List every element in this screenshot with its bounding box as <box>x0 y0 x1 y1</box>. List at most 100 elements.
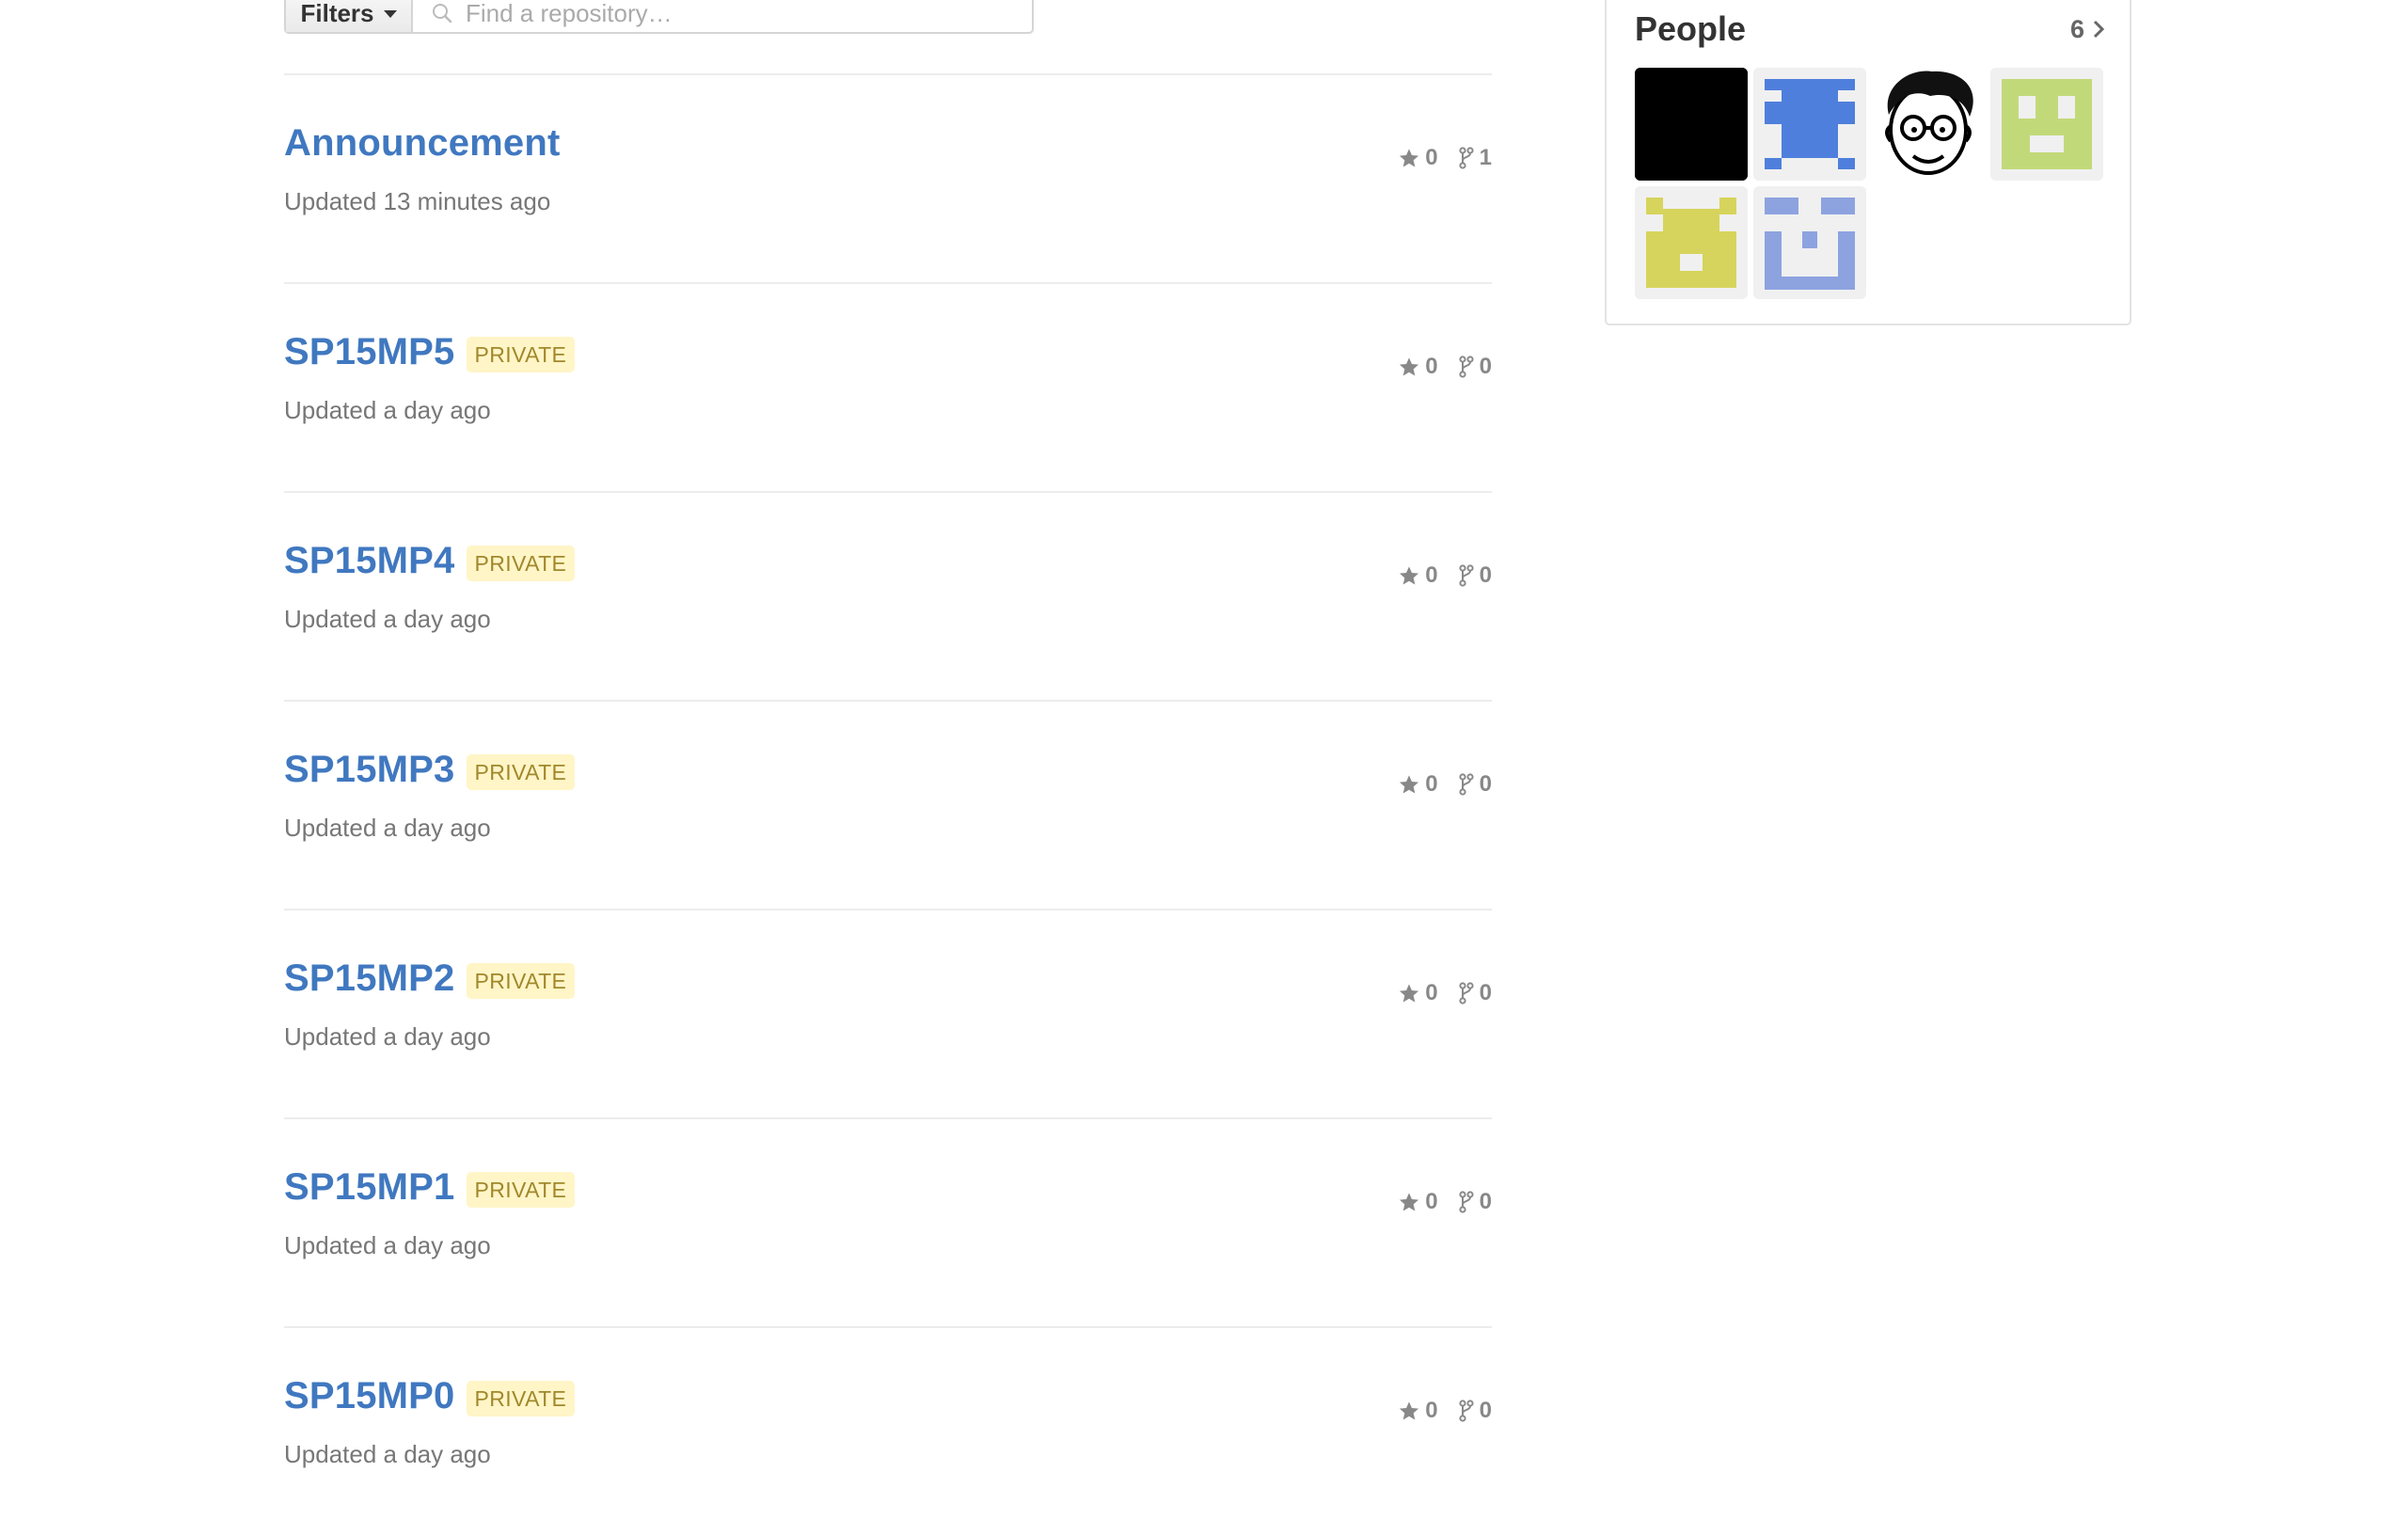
star-icon <box>1400 775 1419 794</box>
forks-link[interactable]: 0 <box>1459 980 1492 1006</box>
stargazers-link[interactable]: 0 <box>1399 980 1438 1006</box>
star-count: 0 <box>1425 354 1438 379</box>
fork-icon <box>1459 773 1474 796</box>
stargazers-link[interactable]: 0 <box>1399 1398 1438 1424</box>
private-badge: PRIVATE <box>466 336 576 372</box>
repo-stats: 0 0 <box>1399 1189 1492 1215</box>
repo-item: SP15MP3 PRIVATE Updated a day ago 0 0 <box>284 700 1492 909</box>
stargazers-link[interactable]: 0 <box>1399 771 1438 798</box>
repo-updated-time: Updated 13 minutes ago <box>284 187 551 215</box>
search-input[interactable] <box>464 0 1032 29</box>
private-badge: PRIVATE <box>466 545 576 581</box>
star-icon <box>1400 149 1419 167</box>
private-badge: PRIVATE <box>466 1171 576 1208</box>
fork-count: 0 <box>1479 980 1492 1005</box>
star-count: 0 <box>1425 980 1438 1005</box>
repo-item: SP15MP4 PRIVATE Updated a day ago 0 0 <box>284 491 1492 700</box>
repo-stats: 0 0 <box>1399 354 1492 380</box>
star-count: 0 <box>1425 562 1438 588</box>
stargazers-link[interactable]: 0 <box>1399 562 1438 589</box>
stargazers-link[interactable]: 0 <box>1399 1189 1438 1215</box>
repo-name-link[interactable]: SP15MP5 <box>284 331 455 373</box>
repo-item: SP15MP2 PRIVATE Updated a day ago 0 0 <box>284 909 1492 1117</box>
repo-name-link[interactable]: Announcement <box>284 122 561 165</box>
forks-link[interactable]: 0 <box>1459 1189 1492 1215</box>
identicon-avatar <box>1753 186 1866 299</box>
caret-down-icon <box>383 10 397 18</box>
star-icon <box>1400 1193 1419 1211</box>
repo-updated-time: Updated a day ago <box>284 1231 491 1259</box>
organization-page: Filters Announcement Updated 13 minutes … <box>0 0 2408 1505</box>
star-icon <box>1400 566 1419 585</box>
stargazers-link[interactable]: 0 <box>1399 145 1438 171</box>
repo-updated-time: Updated a day ago <box>284 396 491 424</box>
repo-updated-time: Updated a day ago <box>284 1022 491 1051</box>
search-icon <box>433 4 452 24</box>
fork-count: 1 <box>1479 145 1492 170</box>
repo-updated-time: Updated a day ago <box>284 1440 491 1468</box>
member-avatar[interactable] <box>1990 68 2103 181</box>
fork-icon <box>1459 1191 1474 1213</box>
chevron-right-icon <box>2093 20 2105 39</box>
private-badge: PRIVATE <box>466 1380 576 1416</box>
filters-button-label: Filters <box>300 0 374 27</box>
forks-link[interactable]: 0 <box>1459 771 1492 798</box>
people-box: People 6 <box>1605 0 2131 325</box>
fork-icon <box>1459 982 1474 1005</box>
repo-stats: 0 0 <box>1399 1398 1492 1424</box>
forks-link[interactable]: 0 <box>1459 354 1492 380</box>
fork-count: 0 <box>1479 562 1492 588</box>
repo-item: SP15MP1 PRIVATE Updated a day ago 0 0 <box>284 1117 1492 1326</box>
fork-count: 0 <box>1479 771 1492 797</box>
repo-stats: 0 1 <box>1399 145 1492 171</box>
people-count-link[interactable]: 6 <box>2070 15 2105 44</box>
fork-count: 0 <box>1479 1398 1492 1423</box>
member-avatar[interactable] <box>1635 186 1748 299</box>
people-title: People <box>1635 9 1747 48</box>
repo-stats: 0 0 <box>1399 562 1492 589</box>
search-field <box>413 0 1032 32</box>
member-avatar[interactable] <box>1753 186 1866 299</box>
member-avatar[interactable] <box>1635 68 1748 181</box>
repo-updated-time: Updated a day ago <box>284 605 491 633</box>
forks-link[interactable]: 0 <box>1459 1398 1492 1424</box>
repo-name-link[interactable]: SP15MP1 <box>284 1166 455 1209</box>
fork-icon <box>1459 356 1474 378</box>
repo-item: Announcement Updated 13 minutes ago 0 1 <box>284 73 1492 282</box>
star-icon <box>1400 357 1419 376</box>
private-badge: PRIVATE <box>466 753 576 790</box>
member-avatar[interactable] <box>1753 68 1866 181</box>
repo-item: SP15MP0 PRIVATE Updated a day ago 0 0 <box>284 1326 1492 1535</box>
stargazers-link[interactable]: 0 <box>1399 354 1438 380</box>
star-count: 0 <box>1425 1398 1438 1423</box>
star-count: 0 <box>1425 1189 1438 1214</box>
star-count: 0 <box>1425 145 1438 170</box>
fork-icon <box>1459 147 1474 169</box>
repo-filter-bar: Filters <box>284 0 1034 34</box>
repo-name-link[interactable]: SP15MP2 <box>284 957 455 1000</box>
fork-count: 0 <box>1479 354 1492 379</box>
repo-name-link[interactable]: SP15MP3 <box>284 749 455 791</box>
solid-black-avatar <box>1635 68 1748 181</box>
member-avatar[interactable] <box>1872 68 1985 181</box>
identicon-avatar <box>1990 68 2103 181</box>
fork-count: 0 <box>1479 1189 1492 1214</box>
fork-icon <box>1459 1400 1474 1422</box>
people-count: 6 <box>2069 14 2084 43</box>
repo-updated-time: Updated a day ago <box>284 814 491 842</box>
forks-link[interactable]: 0 <box>1459 562 1492 589</box>
star-icon <box>1400 1401 1419 1420</box>
identicon-avatar <box>1753 68 1866 181</box>
repo-item: SP15MP5 PRIVATE Updated a day ago 0 0 <box>284 282 1492 491</box>
cartoon-face-avatar <box>1872 68 1985 181</box>
identicon-avatar <box>1635 186 1748 299</box>
forks-link[interactable]: 1 <box>1459 145 1492 171</box>
repo-stats: 0 0 <box>1399 771 1492 798</box>
filters-button[interactable]: Filters <box>286 0 413 32</box>
repo-name-link[interactable]: SP15MP4 <box>284 540 455 582</box>
repo-stats: 0 0 <box>1399 980 1492 1006</box>
repo-name-link[interactable]: SP15MP0 <box>284 1375 455 1417</box>
people-header: People 6 <box>1635 9 2105 49</box>
private-badge: PRIVATE <box>466 962 576 999</box>
repository-list: Announcement Updated 13 minutes ago 0 1 … <box>284 73 1492 1535</box>
